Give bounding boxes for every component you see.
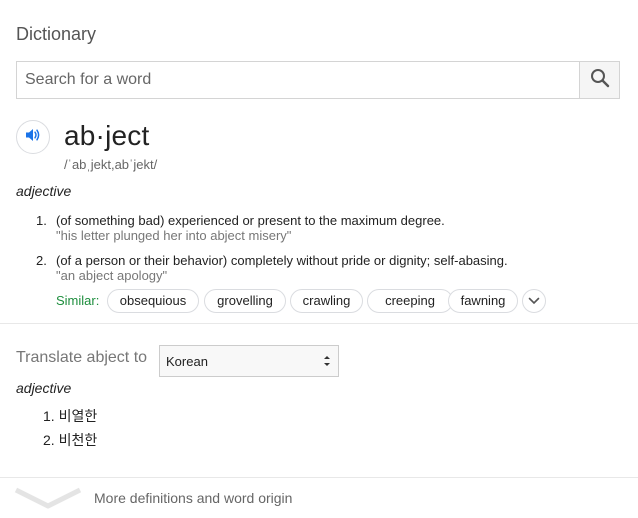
headword: ab·ject	[64, 120, 150, 151]
similar-chip[interactable]: fawning	[448, 289, 518, 313]
search-icon	[590, 68, 610, 93]
select-arrows-icon	[322, 354, 332, 371]
section-divider	[0, 323, 638, 324]
similar-chip[interactable]: grovelling	[204, 289, 286, 313]
translation-number: 1.	[43, 408, 55, 424]
dictionary-card: Dictionary ab·ject /ˈabˌjekt,abˈjekt/ ad…	[0, 0, 638, 518]
search-input[interactable]	[17, 62, 582, 98]
translate-label: Translate abject to	[16, 349, 148, 366]
language-select[interactable]: Korean	[159, 345, 339, 377]
translation-text: 비천한	[58, 432, 98, 448]
translation-item: 1. 비열한	[43, 406, 97, 426]
definition-number: 1.	[36, 213, 47, 228]
speaker-icon	[24, 126, 42, 149]
definition-example: "an abject apology"	[56, 268, 168, 283]
definition-text: (of something bad) experienced or presen…	[56, 213, 445, 228]
translation-text: 비열한	[58, 408, 98, 424]
more-definitions-link[interactable]: More definitions and word origin	[94, 490, 292, 506]
search-box	[16, 61, 620, 99]
translation-item: 2. 비천한	[43, 430, 97, 450]
similar-label: Similar:	[56, 293, 100, 308]
part-of-speech: adjective	[16, 183, 72, 199]
card-title: Dictionary	[16, 24, 97, 44]
definition-text: (of a person or their behavior) complete…	[56, 253, 508, 268]
definition-example: "his letter plunged her into abject mise…	[56, 228, 292, 243]
search-button[interactable]	[579, 62, 619, 98]
similar-chip[interactable]: creeping	[367, 289, 453, 313]
footer-divider	[0, 477, 638, 478]
pronunciation-button[interactable]	[16, 120, 50, 154]
translation-number: 2.	[43, 432, 55, 448]
definition-number: 2.	[36, 253, 47, 268]
similar-chip[interactable]: crawling	[290, 289, 363, 313]
more-similar-button[interactable]	[522, 289, 546, 313]
selected-language: Korean	[166, 354, 208, 369]
chevron-down-icon	[14, 487, 82, 516]
phonetic-spelling: /ˈabˌjekt,abˈjekt/	[64, 157, 158, 172]
similar-chip[interactable]: obsequious	[107, 289, 199, 313]
chevron-down-icon	[528, 292, 540, 310]
translation-part-of-speech: adjective	[16, 380, 72, 396]
expand-toggle[interactable]	[14, 484, 82, 512]
